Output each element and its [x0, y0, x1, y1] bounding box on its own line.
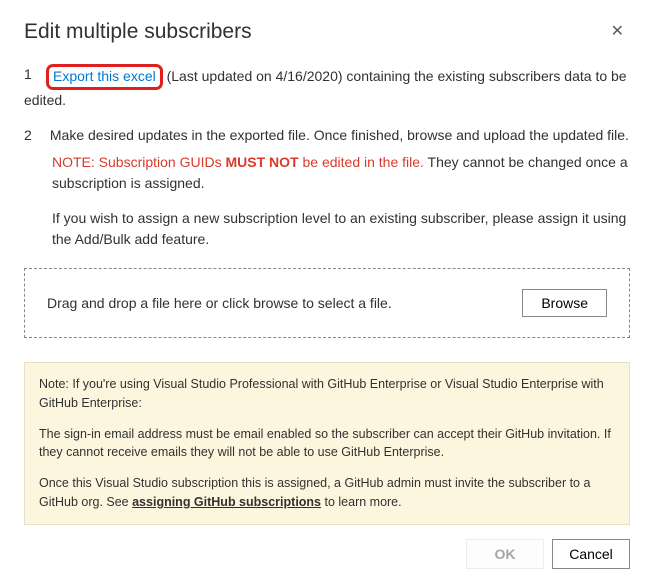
step-1: 1Export this excel (Last updated on 4/16… [24, 64, 630, 111]
dialog-title: Edit multiple subscribers [24, 20, 252, 44]
close-button[interactable]: ✕ [605, 20, 630, 44]
info-p1: Note: If you're using Visual Studio Prof… [39, 375, 615, 413]
info-p3: Once this Visual Studio subscription thi… [39, 474, 615, 512]
step-number: 1 [24, 64, 46, 85]
step-2: 2 Make desired updates in the exported f… [24, 125, 630, 250]
browse-button[interactable]: Browse [522, 289, 607, 317]
step-number: 2 [24, 125, 46, 146]
cancel-button[interactable]: Cancel [552, 539, 630, 569]
note-bold: MUST NOT [226, 154, 299, 170]
ok-button: OK [466, 539, 544, 569]
note-suffix: be edited in the file. [299, 154, 424, 170]
assigning-github-link[interactable]: assigning GitHub subscriptions [132, 495, 321, 509]
export-excel-link[interactable]: Export this excel [53, 68, 156, 84]
info-p2: The sign-in email address must be email … [39, 425, 615, 463]
edit-subscribers-dialog: Edit multiple subscribers ✕ 1 Export this… [0, 0, 654, 580]
assign-tip: If you wish to assign a new subscription… [52, 208, 630, 250]
step-2-text: Make desired updates in the exported fil… [50, 127, 629, 143]
note-prefix: NOTE: Subscription GUIDs [52, 154, 226, 170]
dialog-header: Edit multiple subscribers ✕ [24, 20, 630, 44]
guid-note: NOTE: Subscription GUIDs MUST NOT be edi… [52, 152, 630, 194]
file-dropzone[interactable]: Drag and drop a file here or click brows… [24, 268, 630, 338]
dialog-footer: OK Cancel [24, 539, 630, 569]
dropzone-text: Drag and drop a file here or click brows… [47, 295, 392, 311]
export-link-highlight: Export this excel [46, 64, 163, 90]
github-info-note: Note: If you're using Visual Studio Prof… [24, 362, 630, 525]
